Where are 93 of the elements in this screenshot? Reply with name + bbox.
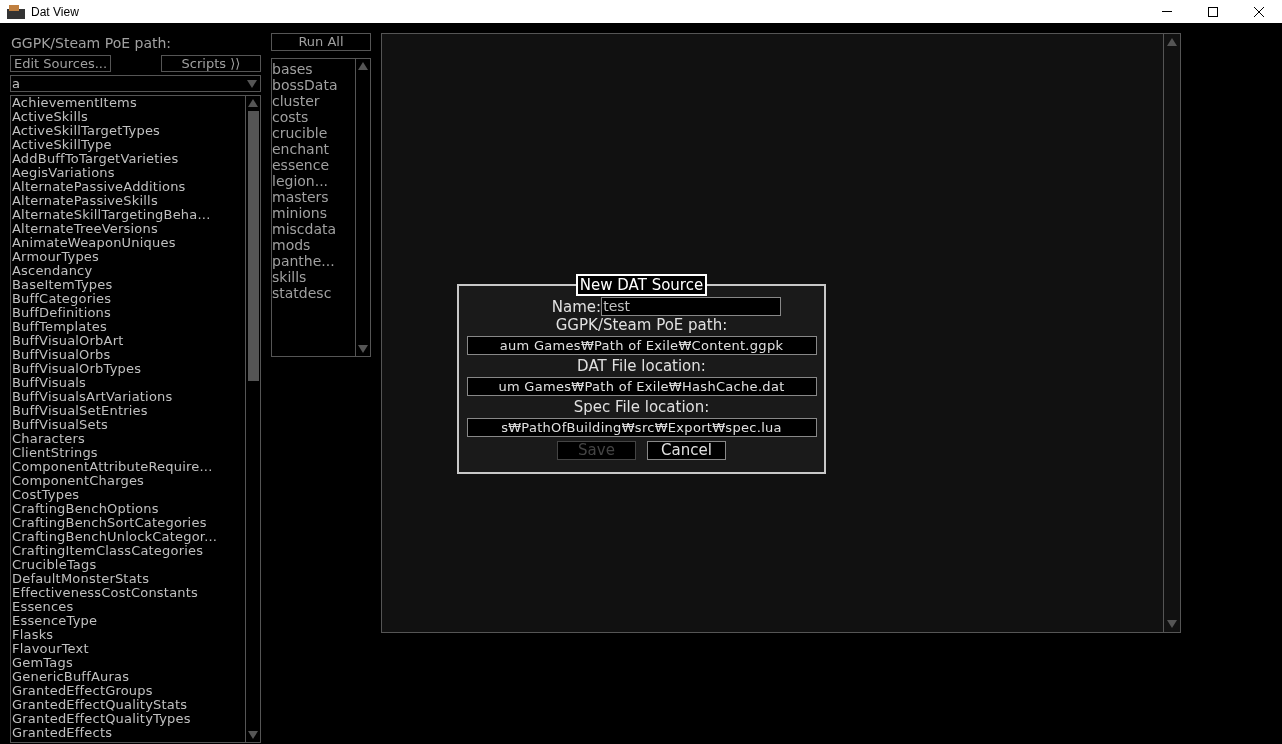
list-item[interactable]: ClientStrings: [12, 446, 245, 460]
scripts-button[interactable]: Scripts ⟩⟩: [161, 55, 261, 72]
list-item[interactable]: BuffVisualSets: [12, 418, 245, 432]
list-item[interactable]: Characters: [12, 432, 245, 446]
list-item[interactable]: BuffDefinitions: [12, 306, 245, 320]
list-item[interactable]: BuffVisualOrbArt: [12, 334, 245, 348]
scroll-up-icon[interactable]: [1167, 38, 1177, 46]
script-item[interactable]: miscdata: [272, 221, 355, 237]
scroll-up-icon[interactable]: [248, 99, 258, 107]
scroll-down-icon[interactable]: [248, 731, 258, 739]
scrollbar-thumb[interactable]: [247, 111, 259, 381]
list-item[interactable]: AchievementItems: [12, 96, 245, 110]
run-all-button[interactable]: Run All: [271, 33, 371, 51]
list-item[interactable]: AddBuffToTargetVarieties: [12, 152, 245, 166]
path-input[interactable]: s₩PathOfBuilding₩src₩Export₩spec.lua: [466, 418, 817, 437]
scroll-down-icon[interactable]: [358, 345, 368, 353]
script-item[interactable]: cluster: [272, 93, 355, 109]
script-item[interactable]: masters: [272, 189, 355, 205]
path-input[interactable]: um Games₩Path of Exile₩HashCache.dat: [466, 377, 817, 396]
list-item[interactable]: AlternatePassiveSkills: [12, 194, 245, 208]
list-item[interactable]: CraftingBenchUnlockCategor...: [12, 530, 245, 544]
list-item[interactable]: BuffVisuals: [12, 376, 245, 390]
list-item[interactable]: BuffTemplates: [12, 320, 245, 334]
list-item[interactable]: GemTags: [12, 656, 245, 670]
list-item[interactable]: CostTypes: [12, 488, 245, 502]
scrollbar[interactable]: [245, 96, 260, 742]
list-item[interactable]: ArmourTypes: [12, 250, 245, 264]
dialog-button[interactable]: Cancel: [647, 441, 726, 460]
list-item[interactable]: ActiveSkillTargetTypes: [12, 124, 245, 138]
list-item[interactable]: BaseItemTypes: [12, 278, 245, 292]
source-dropdown[interactable]: a: [10, 75, 261, 92]
dialog-title: New DAT Source: [575, 274, 708, 296]
list-item[interactable]: FlavourText: [12, 642, 245, 656]
list-item[interactable]: AlternatePassiveAdditions: [12, 180, 245, 194]
script-item[interactable]: statdesc: [272, 285, 355, 301]
dropdown-arrow-icon[interactable]: [247, 79, 257, 88]
script-item[interactable]: minions: [272, 205, 355, 221]
scroll-down-icon[interactable]: [1167, 620, 1177, 628]
list-item[interactable]: BuffVisualOrbTypes: [12, 362, 245, 376]
script-item[interactable]: bossData: [272, 77, 355, 93]
script-item[interactable]: costs: [272, 109, 355, 125]
list-item[interactable]: Flasks: [12, 628, 245, 642]
script-item[interactable]: enchant: [272, 141, 355, 157]
list-item[interactable]: DefaultMonsterStats: [12, 572, 245, 586]
list-item[interactable]: CraftingItemClassCategories: [12, 544, 245, 558]
window-title: Dat View: [31, 3, 79, 21]
list-item[interactable]: EssenceType: [12, 614, 245, 628]
source-label: GGPK/Steam PoE path:: [11, 34, 173, 52]
list-item[interactable]: CrucibleTags: [12, 558, 245, 572]
list-item[interactable]: GenericBuffAuras: [12, 670, 245, 684]
list-item[interactable]: BuffVisualSetEntries: [12, 404, 245, 418]
script-item[interactable]: mods: [272, 237, 355, 253]
minimize-icon: [1162, 11, 1172, 12]
list-item[interactable]: GrantedEffectQualityStats: [12, 698, 245, 712]
list-item[interactable]: AlternateTreeVersions: [12, 222, 245, 236]
list-item[interactable]: Essences: [12, 600, 245, 614]
list-item[interactable]: ComponentAttributeRequire...: [12, 460, 245, 474]
field-label: Spec File location:: [573, 398, 710, 416]
name-input[interactable]: test: [601, 297, 782, 316]
list-item[interactable]: BuffCategories: [12, 292, 245, 306]
script-item[interactable]: essence: [272, 157, 355, 173]
list-item[interactable]: AegisVariations: [12, 166, 245, 180]
edit-sources-button[interactable]: Edit Sources...: [10, 55, 111, 72]
script-item[interactable]: skills: [272, 269, 355, 285]
list-item[interactable]: GrantedEffectQualityTypes: [12, 712, 245, 726]
script-item[interactable]: panthe...: [272, 253, 355, 269]
scrollbar[interactable]: [355, 59, 370, 356]
list-item[interactable]: GrantedEffects: [12, 726, 245, 740]
script-item[interactable]: crucible: [272, 125, 355, 141]
list-item[interactable]: AlternateSkillTargetingBeha...: [12, 208, 245, 222]
list-item[interactable]: BuffVisualsArtVariations: [12, 390, 245, 404]
list-item[interactable]: BuffVisualOrbs: [12, 348, 245, 362]
list-item[interactable]: EffectivenessCostConstants: [12, 586, 245, 600]
list-item[interactable]: ComponentCharges: [12, 474, 245, 488]
list-item[interactable]: CraftingBenchOptions: [12, 502, 245, 516]
script-item[interactable]: bases: [272, 61, 355, 77]
app-icon: [7, 4, 25, 19]
list-item[interactable]: GrantedEffectGroups: [12, 684, 245, 698]
list-item[interactable]: CraftingBenchSortCategories: [12, 516, 245, 530]
script-item[interactable]: legion...: [272, 173, 355, 189]
list-item[interactable]: AnimateWeaponUniques: [12, 236, 245, 250]
maximize-icon: [1208, 6, 1218, 17]
name-label: Name:: [551, 297, 602, 316]
list-item[interactable]: Ascendancy: [12, 264, 245, 278]
list-item[interactable]: ActiveSkills: [12, 110, 245, 124]
list-item[interactable]: ActiveSkillType: [12, 138, 245, 152]
scrollbar[interactable]: [1163, 34, 1180, 632]
path-input[interactable]: aum Games₩Path of Exile₩Content.ggpk: [466, 336, 817, 355]
scroll-up-icon[interactable]: [358, 62, 368, 70]
close-icon: [1254, 6, 1264, 17]
dropdown-value: a: [12, 76, 20, 91]
field-label: GGPK/Steam PoE path:: [555, 316, 728, 334]
field-label: DAT File location:: [577, 357, 706, 375]
